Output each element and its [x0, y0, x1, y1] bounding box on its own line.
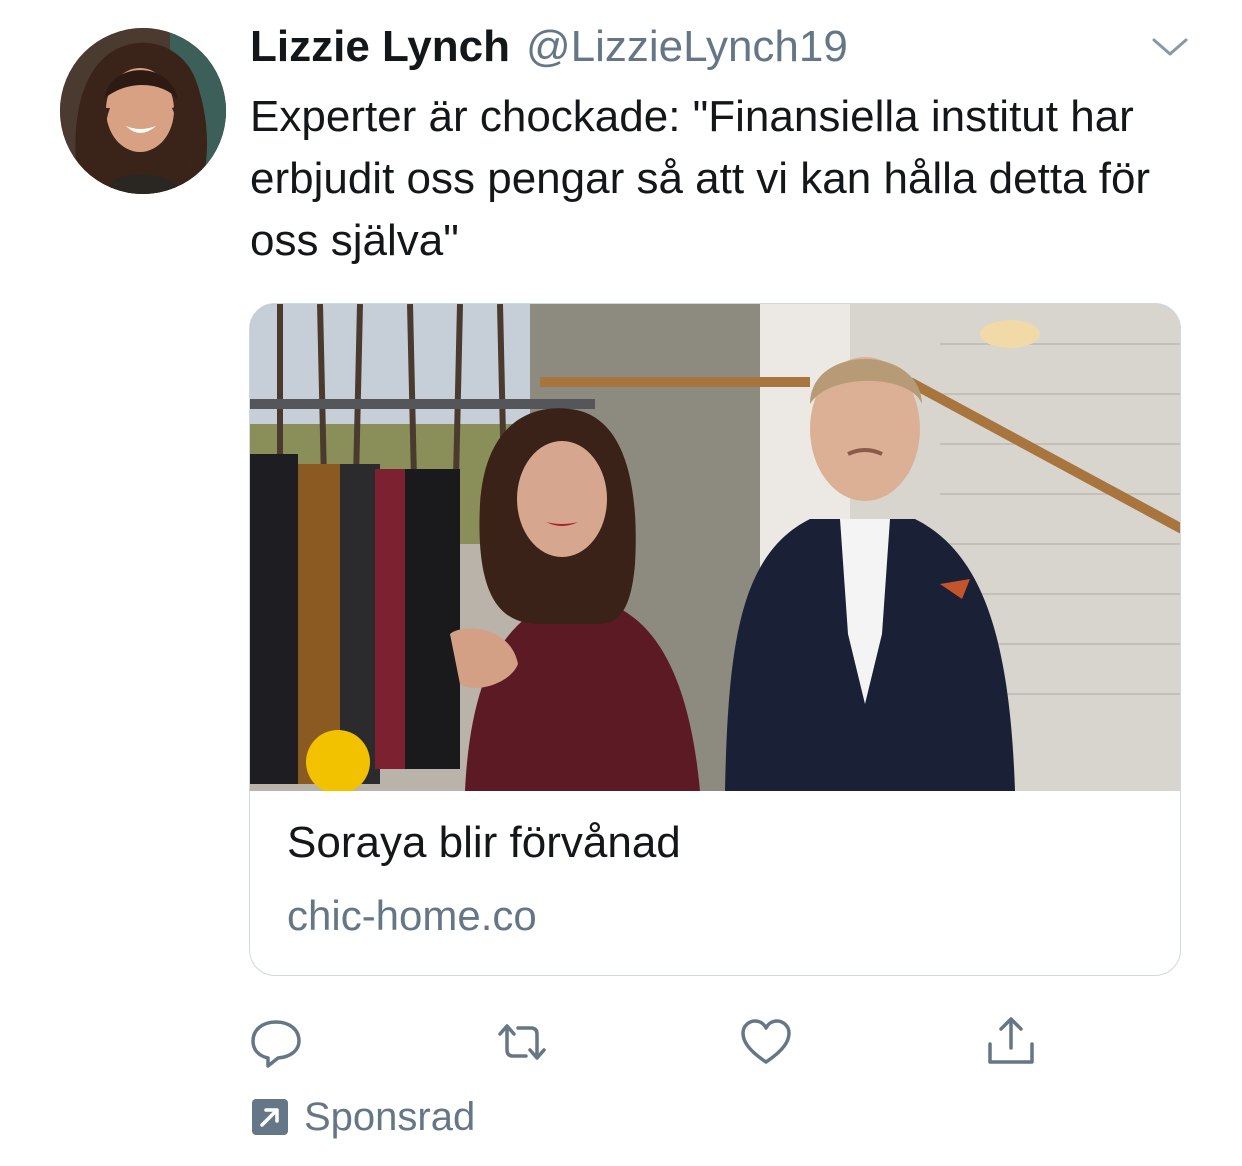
- card-domain: chic-home.co: [287, 892, 537, 939]
- retweet-icon: [498, 1024, 546, 1060]
- chevron-down-icon[interactable]: [1150, 34, 1190, 62]
- share-icon: [988, 1017, 1034, 1064]
- display-name[interactable]: Lizzie Lynch: [250, 22, 510, 72]
- username-handle[interactable]: @LizzieLynch19: [526, 22, 848, 72]
- reply-icon: [251, 1020, 301, 1068]
- sponsored-label: Sponsrad: [304, 1094, 476, 1139]
- tweet-header: Lizzie Lynch @LizzieLynch19: [250, 22, 848, 78]
- avatar[interactable]: [60, 28, 226, 194]
- heart-icon: [741, 1019, 791, 1064]
- promoted-arrow-icon: [252, 1099, 288, 1135]
- retweet-button[interactable]: [494, 1014, 550, 1070]
- like-button[interactable]: [738, 1014, 794, 1070]
- tweet-text: Experter är chockade: "Finansiella insti…: [250, 92, 1151, 265]
- avatar-photo: [60, 28, 226, 194]
- card-title: Soraya blir förvånad: [287, 818, 681, 867]
- link-card[interactable]: Soraya blir förvånad chic-home.co: [249, 303, 1181, 976]
- card-image: [250, 304, 1180, 791]
- promoted-indicator: Sponsrad: [250, 1092, 475, 1142]
- share-button[interactable]: [983, 1014, 1039, 1070]
- reply-button[interactable]: [248, 1014, 304, 1070]
